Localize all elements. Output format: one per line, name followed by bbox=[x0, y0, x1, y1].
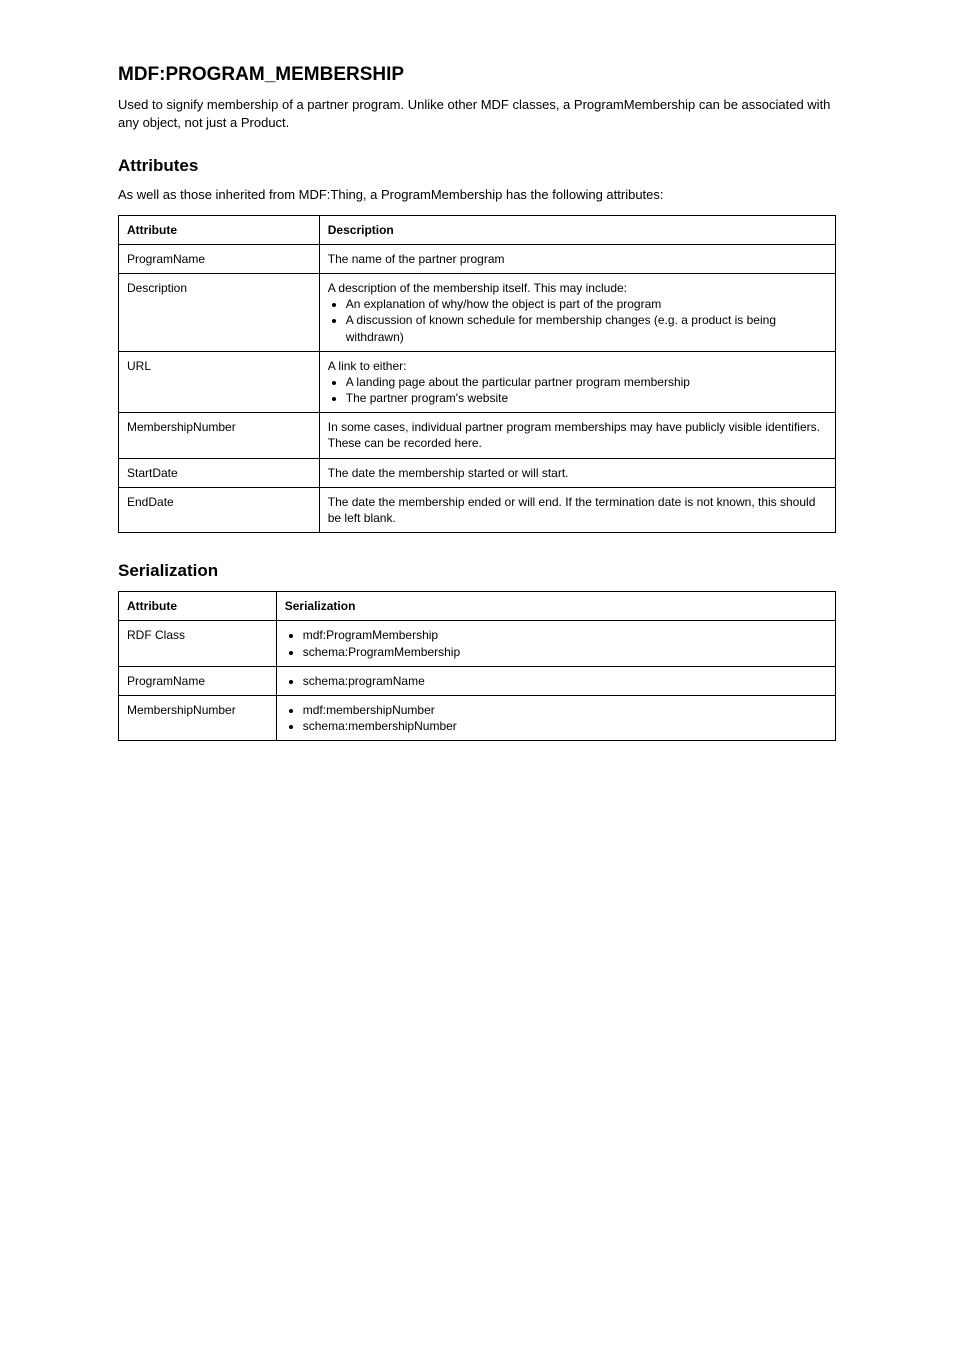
attr-desc: The date the membership started or will … bbox=[319, 458, 835, 487]
attr-name: MembershipNumber bbox=[119, 413, 320, 458]
attr-name: ProgramName bbox=[119, 666, 277, 695]
attr-name: RDF Class bbox=[119, 621, 277, 666]
table-row: StartDate The date the membership starte… bbox=[119, 458, 836, 487]
attr-ser: schema:programName bbox=[276, 666, 835, 695]
attr-desc: The name of the partner program bbox=[319, 244, 835, 273]
attr-desc-list: A landing page about the particular part… bbox=[346, 374, 827, 406]
serialization-heading: Serialization bbox=[118, 561, 836, 581]
table-row: MembershipNumber In some cases, individu… bbox=[119, 413, 836, 458]
page-title: MDF:PROGRAM_MEMBERSHIP bbox=[118, 64, 836, 86]
table-row: Description A description of the members… bbox=[119, 273, 836, 351]
ser-list: schema:programName bbox=[303, 673, 827, 689]
table-row: URL A link to either: A landing page abo… bbox=[119, 351, 836, 413]
list-item: mdf:ProgramMembership bbox=[303, 627, 827, 643]
table-row: RDF Class mdf:ProgramMembership schema:P… bbox=[119, 621, 836, 666]
attributes-heading: Attributes bbox=[118, 156, 836, 176]
attr-ser: mdf:ProgramMembership schema:ProgramMemb… bbox=[276, 621, 835, 666]
ser-list: mdf:ProgramMembership schema:ProgramMemb… bbox=[303, 627, 827, 659]
table-row: MembershipNumber mdf:membershipNumber sc… bbox=[119, 695, 836, 740]
table-header-row: Attribute Serialization bbox=[119, 592, 836, 621]
attr-name: ProgramName bbox=[119, 244, 320, 273]
table-header-row: Attribute Description bbox=[119, 215, 836, 244]
table-header-attr: Attribute bbox=[119, 592, 277, 621]
attr-desc-lead: A description of the membership itself. … bbox=[328, 281, 627, 295]
table-row: ProgramName schema:programName bbox=[119, 666, 836, 695]
ser-list: mdf:membershipNumber schema:membershipNu… bbox=[303, 702, 827, 734]
attr-name: EndDate bbox=[119, 487, 320, 532]
list-item: schema:ProgramMembership bbox=[303, 644, 827, 660]
list-item: A discussion of known schedule for membe… bbox=[346, 312, 827, 344]
list-item: A landing page about the particular part… bbox=[346, 374, 827, 390]
attr-desc-list: An explanation of why/how the object is … bbox=[346, 296, 827, 345]
intro-paragraph: Used to signify membership of a partner … bbox=[118, 96, 836, 132]
table-header-ser: Serialization bbox=[276, 592, 835, 621]
attr-ser: mdf:membershipNumber schema:membershipNu… bbox=[276, 695, 835, 740]
serialization-table: Attribute Serialization RDF Class mdf:Pr… bbox=[118, 591, 836, 741]
table-header-desc: Description bbox=[319, 215, 835, 244]
attr-desc-lead: A link to either: bbox=[328, 359, 407, 373]
list-item: schema:membershipNumber bbox=[303, 718, 827, 734]
attr-name: URL bbox=[119, 351, 320, 413]
attr-desc: In some cases, individual partner progra… bbox=[319, 413, 835, 458]
table-row: ProgramName The name of the partner prog… bbox=[119, 244, 836, 273]
attr-name: Description bbox=[119, 273, 320, 351]
attr-desc: A link to either: A landing page about t… bbox=[319, 351, 835, 413]
attr-desc: A description of the membership itself. … bbox=[319, 273, 835, 351]
table-row: EndDate The date the membership ended or… bbox=[119, 487, 836, 532]
list-item: The partner program's website bbox=[346, 390, 827, 406]
attr-name: MembershipNumber bbox=[119, 695, 277, 740]
attributes-table: Attribute Description ProgramName The na… bbox=[118, 215, 836, 534]
attributes-subhead: As well as those inherited from MDF:Thin… bbox=[118, 186, 836, 204]
list-item: An explanation of why/how the object is … bbox=[346, 296, 827, 312]
list-item: mdf:membershipNumber bbox=[303, 702, 827, 718]
attr-name: StartDate bbox=[119, 458, 320, 487]
attr-desc: The date the membership ended or will en… bbox=[319, 487, 835, 532]
table-header-attr: Attribute bbox=[119, 215, 320, 244]
list-item: schema:programName bbox=[303, 673, 827, 689]
